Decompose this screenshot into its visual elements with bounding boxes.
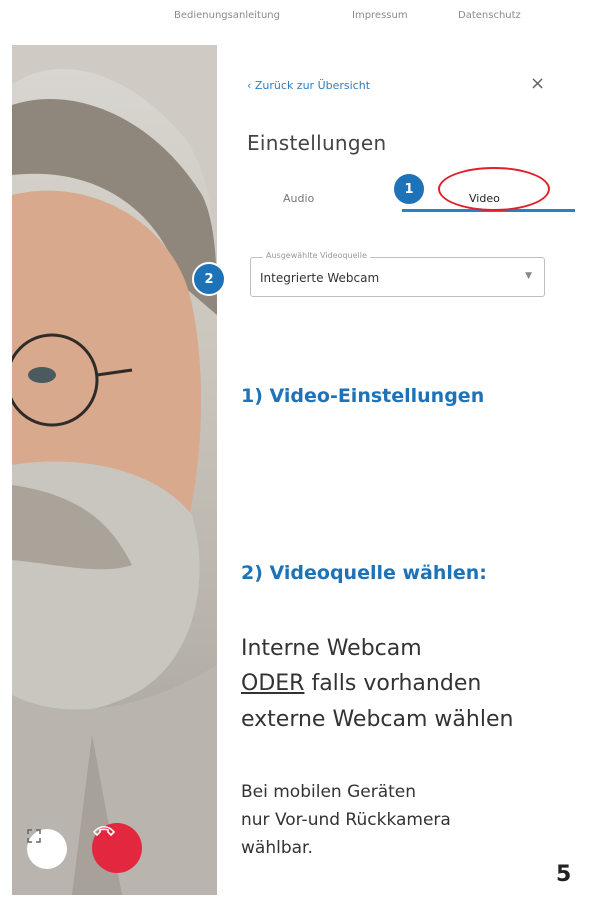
video-source-select[interactable]: Ausgewählte Videoquelle Integrierte Webc…	[250, 251, 545, 297]
chevron-down-icon: ▼	[525, 271, 532, 281]
mobile-note-1: Bei mobilen Geräten	[241, 782, 417, 802]
step-badge-2: 2	[192, 262, 226, 296]
instruction-line-1: Interne Webcam	[241, 636, 422, 661]
top-navigation: Bedienungsanleitung Impressum Datenschut…	[0, 0, 592, 40]
instruction-heading-1: 1) Video-Einstellungen	[241, 385, 485, 407]
close-icon[interactable]: ×	[530, 73, 545, 94]
video-source-value: Integrierte Webcam	[260, 271, 380, 285]
page-number: 5	[556, 862, 572, 887]
nav-link-privacy[interactable]: Datenschutz	[458, 10, 521, 21]
hangup-button[interactable]	[92, 823, 142, 873]
instruction-line-2-rest: falls vorhanden	[304, 671, 482, 696]
instruction-heading-2: 2) Videoquelle wählen:	[241, 562, 487, 584]
settings-title: Einstellungen	[247, 131, 387, 155]
phone-hangup-icon	[92, 825, 116, 837]
video-preview	[12, 45, 217, 895]
mobile-note-2: nur Vor-und Rückkamera	[241, 810, 451, 830]
instruction-line-3: externe Webcam wählen	[241, 707, 514, 732]
step-badge-1: 1	[392, 172, 426, 206]
video-tab-highlight-circle	[438, 167, 550, 211]
participant-image	[12, 45, 217, 895]
fullscreen-button[interactable]	[27, 829, 67, 869]
nav-link-imprint[interactable]: Impressum	[352, 10, 408, 21]
video-source-legend: Ausgewählte Videoquelle	[263, 251, 370, 260]
nav-link-manual[interactable]: Bedienungsanleitung	[174, 10, 280, 21]
tab-audio[interactable]: Audio	[283, 192, 314, 205]
instruction-or: ODER	[241, 671, 305, 696]
instruction-line-2: ODER falls vorhanden	[241, 671, 481, 696]
mobile-note-3: wählbar.	[241, 838, 313, 858]
back-to-overview-link[interactable]: ‹ Zurück zur Übersicht	[247, 79, 370, 92]
fullscreen-icon	[27, 829, 41, 843]
